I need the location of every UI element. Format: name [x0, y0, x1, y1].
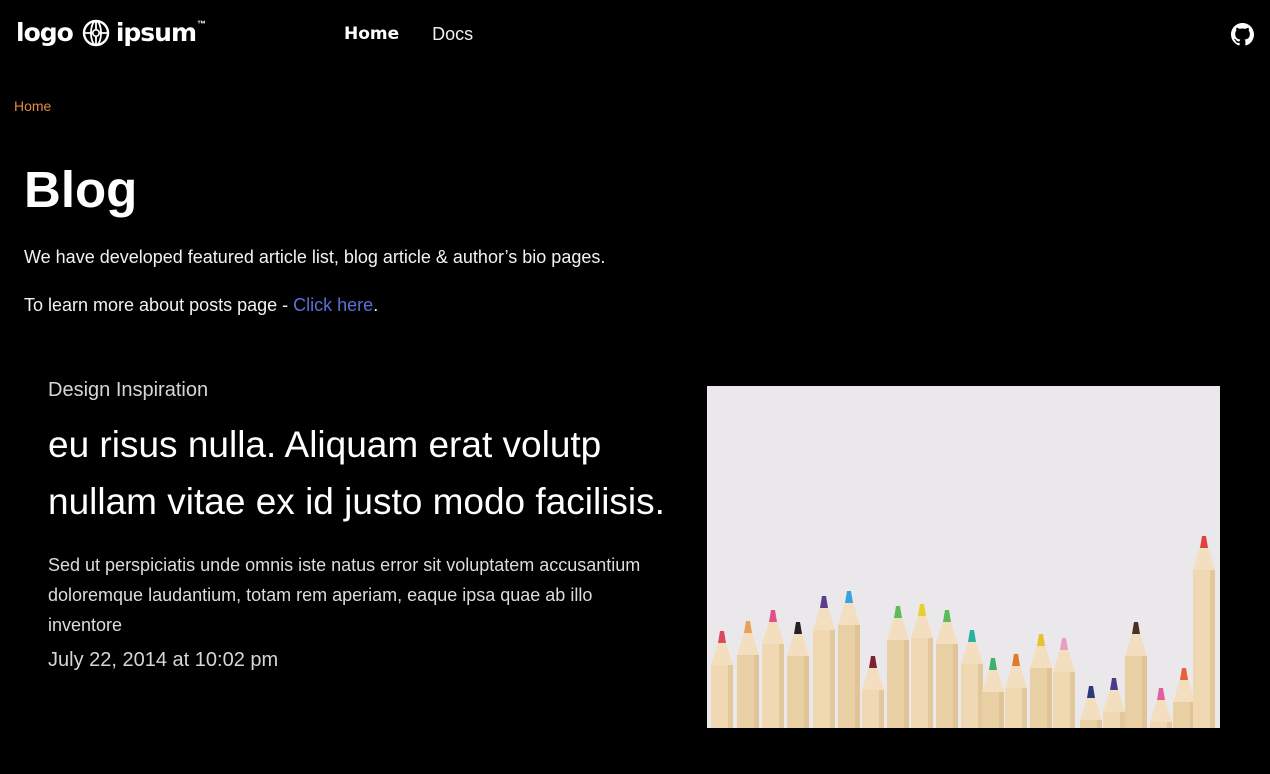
- logo-text-right: ipsum: [115, 18, 197, 47]
- pencil-shape: [911, 604, 933, 728]
- pencil-shape: [838, 591, 860, 728]
- pencil-shape: [1150, 688, 1172, 728]
- main-nav: Home Docs: [344, 22, 473, 46]
- pencil-shape: [787, 622, 809, 728]
- pencil-shape: [936, 610, 958, 728]
- featured-article[interactable]: Design Inspiration eu risus nulla. Aliqu…: [48, 376, 678, 674]
- learn-more-prefix: To learn more about posts page -: [24, 295, 294, 315]
- article-date: July 22, 2014 at 10:02 pm: [48, 649, 279, 671]
- pencil-shape: [982, 658, 1004, 728]
- page-title: Blog: [24, 161, 138, 218]
- pencil-shape: [961, 630, 983, 728]
- globe-icon: [82, 19, 110, 47]
- pencil-shape: [862, 656, 884, 728]
- pencil-shape: [711, 631, 733, 728]
- pencil-shape: [737, 621, 759, 728]
- trademark-mark: ™: [197, 19, 207, 29]
- pencil-shape: [887, 606, 909, 728]
- colored-pencils-illustration: [711, 536, 1215, 728]
- pencil-shape: [1193, 536, 1215, 728]
- pencil-shape: [1103, 678, 1125, 728]
- pencil-shape: [1005, 654, 1027, 728]
- click-here-link[interactable]: Click here: [293, 295, 373, 315]
- site-logo[interactable]: logo ipsum ™: [16, 17, 206, 49]
- pencil-shape: [813, 596, 835, 728]
- learn-more-suffix: .: [373, 295, 379, 315]
- article-excerpt: Sed ut perspiciatis unde omnis iste natu…: [48, 555, 641, 635]
- logo-text-left: logo: [16, 18, 74, 47]
- article-image[interactable]: [707, 386, 1220, 728]
- pencil-shape: [1030, 634, 1052, 728]
- pencil-shape: [762, 610, 784, 728]
- learn-more-line: To learn more about posts page - Click h…: [24, 293, 378, 317]
- nav-item-home[interactable]: Home: [344, 22, 399, 46]
- pencil-shape: [1080, 686, 1102, 728]
- article-category[interactable]: Design Inspiration: [48, 376, 678, 404]
- pencil-shape: [1173, 668, 1195, 728]
- site-header: logo ipsum ™ Home Docs: [0, 0, 1270, 70]
- github-icon[interactable]: [1231, 23, 1254, 46]
- nav-item-docs[interactable]: Docs: [432, 22, 473, 46]
- article-title[interactable]: eu risus nulla. Aliquam erat volutp null…: [48, 416, 678, 530]
- pencil-shape: [1125, 622, 1147, 728]
- pencil-shape: [1053, 638, 1075, 728]
- intro-description: We have developed featured article list,…: [24, 247, 606, 267]
- breadcrumb-home[interactable]: Home: [14, 97, 51, 115]
